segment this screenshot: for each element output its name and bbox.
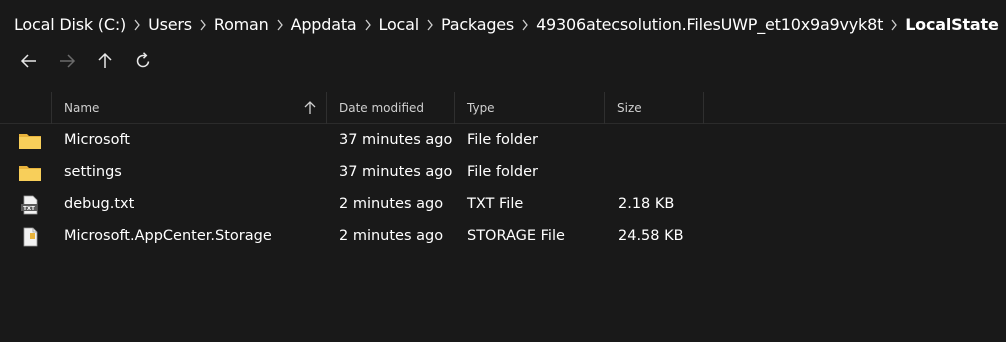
- arrow-left-icon: [20, 54, 36, 68]
- breadcrumb-item-local[interactable]: Local: [379, 15, 420, 34]
- column-header: Name Date modified Type Size: [0, 92, 1006, 124]
- breadcrumb-item-localstate[interactable]: LocalState: [905, 15, 999, 34]
- file-row[interactable]: Microsoft 37 minutes ago File folder: [0, 124, 1006, 156]
- svg-text:TXT: TXT: [23, 206, 35, 212]
- column-header-size[interactable]: Size: [604, 92, 704, 124]
- file-name: Microsoft.AppCenter.Storage: [64, 228, 272, 244]
- forward-button[interactable]: [48, 46, 86, 76]
- file-size: 24.58 KB: [618, 228, 684, 244]
- breadcrumb-item-roman[interactable]: Roman: [214, 15, 269, 34]
- chevron-right-icon[interactable]: [192, 15, 214, 34]
- file-type: File folder: [467, 132, 538, 148]
- file-name: settings: [64, 164, 122, 180]
- file-date: 37 minutes ago: [339, 164, 453, 180]
- file-type: TXT File: [467, 196, 524, 212]
- chevron-right-icon[interactable]: [357, 15, 379, 34]
- chevron-right-icon[interactable]: [126, 15, 148, 34]
- breadcrumb-item-package[interactable]: 49306atecsolution.FilesUWP_et10x9a9vyk8t: [536, 15, 883, 34]
- file-name: debug.txt: [64, 196, 135, 212]
- refresh-button[interactable]: [124, 46, 162, 76]
- arrow-up-icon: [98, 52, 112, 68]
- refresh-icon: [136, 52, 150, 68]
- chevron-right-icon[interactable]: [269, 15, 291, 34]
- file-name: Microsoft: [64, 132, 130, 148]
- breadcrumb-item-local-disk[interactable]: Local Disk (C:): [14, 15, 126, 34]
- folder-icon: [19, 134, 41, 149]
- arrow-right-icon: [60, 54, 76, 68]
- file-list: Microsoft 37 minutes ago File folder set…: [0, 124, 1006, 252]
- chevron-right-icon[interactable]: [419, 15, 441, 34]
- column-header-name-label: Name: [64, 101, 100, 115]
- column-header-date-label: Date modified: [339, 101, 425, 115]
- file-date: 2 minutes ago: [339, 228, 444, 244]
- file-date: 2 minutes ago: [339, 196, 444, 212]
- chevron-right-icon[interactable]: [514, 15, 536, 34]
- file-date: 37 minutes ago: [339, 132, 453, 148]
- file-row[interactable]: settings 37 minutes ago File folder: [0, 156, 1006, 188]
- column-header-date[interactable]: Date modified: [326, 92, 454, 124]
- sort-ascending-icon: [304, 101, 316, 114]
- column-header-size-label: Size: [617, 101, 642, 115]
- file-size: 2.18 KB: [618, 196, 675, 212]
- column-header-name[interactable]: Name: [51, 92, 326, 124]
- folder-icon: [19, 166, 41, 181]
- storage-file-icon: [23, 227, 38, 247]
- breadcrumb-item-users[interactable]: Users: [148, 15, 192, 34]
- back-button[interactable]: [10, 46, 48, 76]
- breadcrumb-item-appdata[interactable]: Appdata: [291, 15, 357, 34]
- file-type: STORAGE File: [467, 228, 565, 244]
- file-row[interactable]: Microsoft.AppCenter.Storage 2 minutes ag…: [0, 220, 1006, 252]
- breadcrumb: Local Disk (C:) Users Roman Appdata Loca…: [14, 12, 1006, 36]
- chevron-right-icon[interactable]: [999, 15, 1006, 34]
- breadcrumb-item-packages[interactable]: Packages: [441, 15, 514, 34]
- txt-file-icon: TXT: [21, 195, 38, 215]
- column-header-type[interactable]: Type: [454, 92, 604, 124]
- up-button[interactable]: [86, 46, 124, 76]
- navigation-toolbar: [10, 46, 162, 76]
- file-type: File folder: [467, 164, 538, 180]
- file-row[interactable]: TXT debug.txt 2 minutes ago TXT File 2.1…: [0, 188, 1006, 220]
- column-header-type-label: Type: [467, 101, 495, 115]
- chevron-right-icon[interactable]: [883, 15, 905, 34]
